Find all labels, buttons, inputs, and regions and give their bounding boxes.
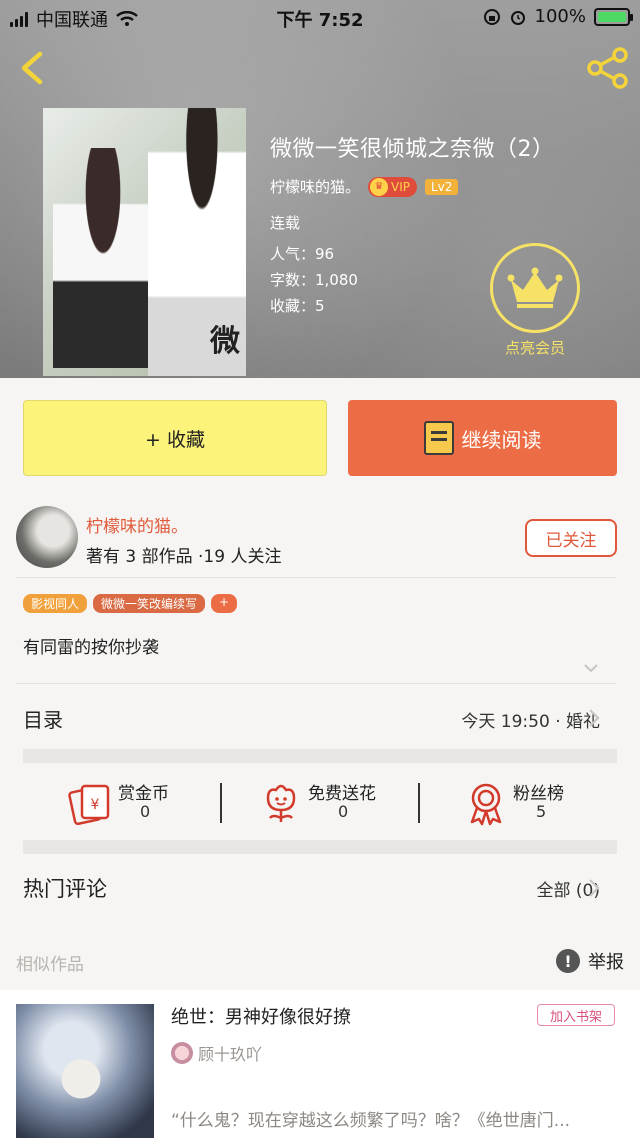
alarm-icon xyxy=(510,10,525,25)
similar-works-label: 相似作品 xyxy=(16,955,84,975)
chevron-right-icon[interactable] xyxy=(588,708,600,728)
author-avatar[interactable] xyxy=(16,506,78,568)
report-button[interactable]: ! 举报 xyxy=(556,948,624,974)
add-tag-button[interactable]: + xyxy=(211,594,238,613)
exclamation-icon: ! xyxy=(556,949,580,973)
add-to-shelf-button[interactable]: 加入书架 xyxy=(537,1004,615,1026)
bounty-value: 0 xyxy=(140,802,151,821)
divider xyxy=(220,783,222,823)
book-icon xyxy=(423,421,454,455)
divider xyxy=(16,683,616,684)
chevron-down-icon[interactable] xyxy=(583,660,599,676)
toc-label[interactable]: 目录 xyxy=(23,704,63,733)
author-name[interactable]: 柠檬味的猫。 xyxy=(86,512,188,537)
continue-reading-button[interactable]: 继续阅读 xyxy=(348,400,617,476)
bounty-stat[interactable]: ¥ 赏金币 0 xyxy=(68,778,188,828)
status-bar: 中国联通 下午 7:52 100% xyxy=(0,0,640,34)
collect-label: + 收藏 xyxy=(145,428,205,451)
book-author[interactable]: 柠檬味的猫。 xyxy=(270,176,360,197)
collect-button[interactable]: + 收藏 xyxy=(23,400,327,476)
tag-list: 影视同人 微微一笑改编续写 + xyxy=(23,594,238,613)
similar-book-title[interactable]: 绝世：男神好像很好撩 xyxy=(171,1003,351,1029)
hot-comments-label: 热门评论 xyxy=(23,877,107,901)
flower-label: 免费送花 xyxy=(308,784,376,804)
divider xyxy=(418,783,420,823)
book-popularity: 人气：96 xyxy=(270,245,335,263)
book-status: 连载 xyxy=(270,214,301,232)
author-row: 柠檬味的猫。 ♛ VIP Lv2 xyxy=(270,176,459,197)
follow-label: 已关注 xyxy=(545,530,597,551)
book-title: 微微一笑很倾城之奈微（2） xyxy=(270,137,555,162)
svg-text:¥: ¥ xyxy=(91,797,100,813)
book-cover[interactable]: 微 xyxy=(43,108,246,376)
vip-badge: ♛ VIP xyxy=(368,176,417,197)
level-badge: Lv2 xyxy=(425,178,459,195)
membership-button[interactable] xyxy=(490,243,580,333)
flower-stat[interactable]: 免费送花 0 xyxy=(258,778,398,828)
fans-rank-stat[interactable]: 粉丝榜 5 xyxy=(463,778,583,828)
share-icon[interactable] xyxy=(586,46,630,90)
medal-icon xyxy=(470,783,502,826)
book-detail-page: 中国联通 下午 7:52 100% 微 微微一笑很倾城之奈微（2） 柠檬味的猫。… xyxy=(0,0,640,1138)
add-to-shelf-label: 加入书架 xyxy=(549,1009,602,1025)
tag-item[interactable]: 影视同人 xyxy=(23,594,88,613)
flower-value: 0 xyxy=(338,802,349,821)
bounty-label: 赏金币 xyxy=(118,784,169,804)
vip-label: VIP xyxy=(391,179,410,194)
book-description: 有同雷的按你抄袭 xyxy=(23,638,159,658)
author-stats: 著有 3 部作品 ·19 人关注 xyxy=(86,547,282,567)
similar-author-avatar xyxy=(171,1042,193,1064)
chevron-right-icon[interactable] xyxy=(588,878,600,898)
battery-percent: 100% xyxy=(534,6,586,27)
battery-icon xyxy=(594,7,633,26)
similar-book-summary: “什么鬼？现在穿越这么频繁了吗？啥？《绝世唐门... xyxy=(171,1111,571,1131)
section-band xyxy=(23,749,617,763)
crown-icon xyxy=(507,267,563,308)
fans-rank-value: 5 xyxy=(536,802,547,821)
flower-icon xyxy=(266,784,296,822)
similar-book-cover[interactable] xyxy=(16,1004,154,1138)
fans-rank-label: 粉丝榜 xyxy=(513,784,564,804)
bounty-icon: ¥ xyxy=(68,784,110,826)
rotation-lock-icon xyxy=(483,8,500,25)
follow-button[interactable]: 已关注 xyxy=(525,519,617,557)
continue-reading-label: 继续阅读 xyxy=(461,427,542,452)
latest-chapter[interactable]: 今天 19:50 · 婚礼 xyxy=(461,707,600,732)
book-word-count: 字数：1,080 xyxy=(270,271,358,289)
cover-glyph: 微 xyxy=(210,324,240,359)
membership-label: 点亮会员 xyxy=(505,339,566,357)
vip-crown-icon: ♛ xyxy=(370,177,389,196)
divider xyxy=(16,577,616,578)
section-band xyxy=(23,840,617,854)
similar-book-author[interactable]: 顾十玖吖 xyxy=(198,1041,262,1065)
book-header: 中国联通 下午 7:52 100% 微 微微一笑很倾城之奈微（2） 柠檬味的猫。… xyxy=(0,0,640,378)
report-label: 举报 xyxy=(588,952,624,973)
back-arrow-icon[interactable] xyxy=(14,48,54,88)
book-favorites: 收藏：5 xyxy=(270,297,325,315)
tag-item[interactable]: 微微一笑改编续写 xyxy=(93,594,206,613)
